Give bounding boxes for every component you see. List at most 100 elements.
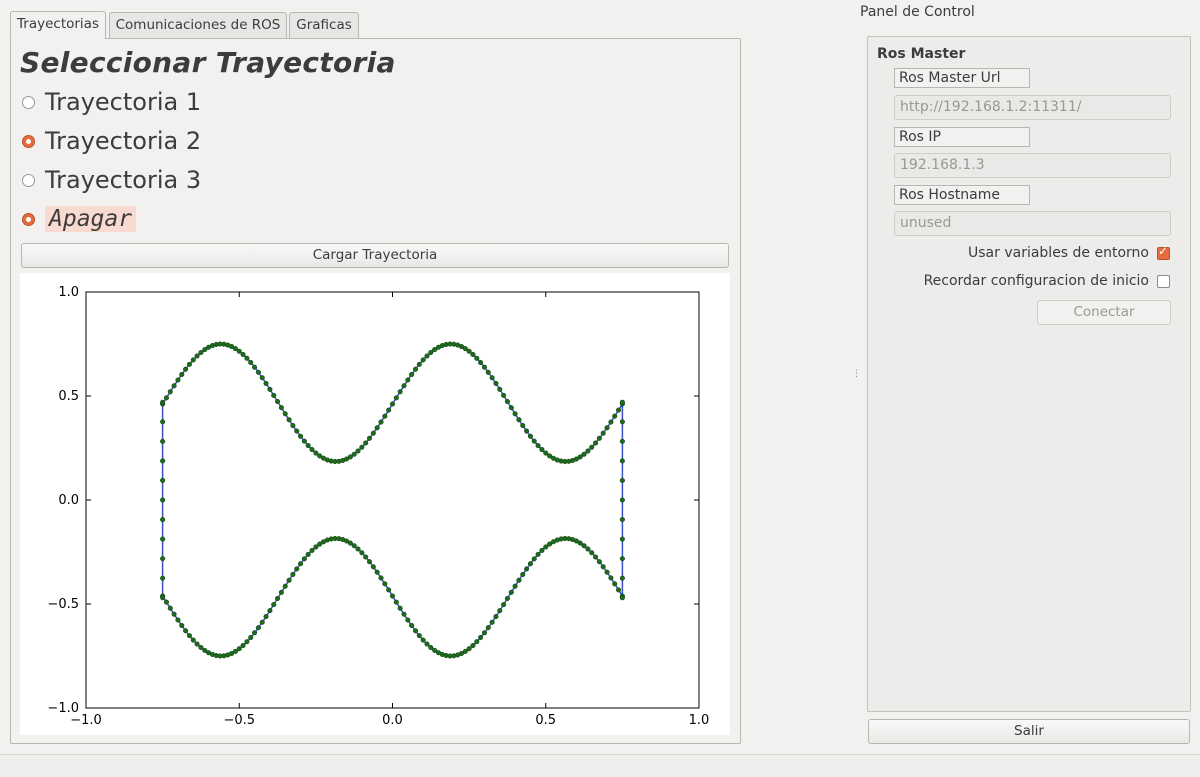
trajectory-point [520, 571, 526, 578]
trajectory-point [198, 349, 204, 356]
trajectory-point [160, 536, 166, 542]
radio-trayectoria-1[interactable]: Trayectoria 1 [22, 85, 201, 119]
tab-graficas[interactable]: Graficas [289, 12, 359, 38]
trajectory-point [508, 405, 514, 411]
trajectory-point [409, 371, 415, 378]
radio-indicator[interactable] [22, 173, 35, 187]
trajectory-point [282, 411, 288, 417]
radio-trayectoria-3[interactable]: Trayectoria 3 [22, 163, 201, 197]
trajectory-point [619, 497, 625, 503]
radio-indicator[interactable] [22, 212, 35, 226]
trajectory-point [278, 589, 284, 595]
y-tick-label: −0.5 [47, 597, 79, 612]
trajectory-point [240, 642, 246, 649]
trajectory-point [389, 593, 396, 599]
trajectory-point [351, 451, 357, 457]
trajectory-point [313, 544, 319, 550]
trajectory-point [255, 625, 261, 631]
trajectory-point [313, 450, 319, 456]
trajectory-point [160, 556, 166, 562]
remember-row[interactable]: Recordar configuracion de inicio [924, 273, 1170, 289]
trajectory-point [244, 639, 250, 645]
trajectory-point [428, 349, 434, 356]
trajectory-point [160, 477, 166, 483]
trajectory-point [271, 392, 277, 398]
trajectory-point [600, 564, 606, 570]
trajectory-point [581, 543, 587, 549]
ros-ip-input[interactable]: 192.168.1.3 [894, 153, 1171, 178]
trajectory-point [424, 353, 430, 359]
trajectory-point [309, 547, 315, 553]
tab-comunicaciones-ros[interactable]: Comunicaciones de ROS [109, 12, 287, 38]
trajectory-point [612, 413, 618, 419]
trajectory-point [466, 646, 472, 652]
trajectory-point [470, 642, 476, 649]
tab-trayectorias[interactable]: Trayectorias [10, 11, 106, 39]
trajectory-point [163, 599, 170, 605]
trajectory-point [294, 428, 300, 434]
trajectory-point [160, 595, 166, 601]
trajectory-point [275, 398, 281, 405]
use-env-label: Usar variables de entorno [968, 245, 1149, 261]
trajectory-point [305, 551, 311, 557]
trajectory-point [175, 617, 181, 623]
radio-trayectoria-2[interactable]: Trayectoria 2 [22, 124, 201, 158]
trajectory-point [416, 633, 422, 639]
trajectory-point [478, 634, 484, 641]
trajectory-point [535, 551, 541, 557]
trajectory-point [619, 536, 625, 542]
trajectory-plot: −1.0 −0.5 0.0 0.5 1.0 1.0 0.5 0.0 −0.5 −1.0 [20, 273, 730, 735]
trajectory-point [278, 405, 284, 411]
trajectory-point [493, 380, 499, 386]
trajectory-point [160, 575, 166, 581]
trajectory-point [305, 443, 311, 449]
trajectory-point [359, 550, 365, 556]
trajectory-point [160, 419, 166, 425]
trajectory-point [489, 619, 495, 625]
trajectory-point [596, 559, 602, 565]
plot-axes-box [85, 291, 700, 709]
use-env-checkbox[interactable] [1157, 244, 1170, 260]
exit-button[interactable]: Salir [868, 719, 1190, 744]
use-env-row[interactable]: Usar variables de entorno [968, 244, 1170, 261]
trajectory-point [543, 450, 549, 456]
radio-indicator[interactable] [22, 95, 35, 109]
trajectory-point [290, 422, 296, 429]
radio-apagar[interactable]: Apagar [22, 202, 137, 236]
x-tick-label: −0.5 [223, 713, 255, 728]
hostname-input[interactable]: unused [894, 211, 1171, 236]
trajectory-point [290, 571, 296, 578]
trajectory-point [405, 377, 411, 383]
connect-button[interactable]: Conectar [1037, 300, 1171, 325]
trajectory-point [160, 438, 166, 444]
trajectory-point [252, 364, 258, 370]
master-url-input[interactable]: http://192.168.1.2:11311/ [894, 95, 1171, 120]
trajectory-point [535, 443, 541, 449]
trajectory-point [363, 554, 369, 560]
trajectory-point [593, 554, 599, 560]
trajectory-point [286, 417, 292, 423]
remember-checkbox[interactable] [1157, 274, 1170, 288]
trajectory-point [539, 447, 545, 453]
radio-indicator[interactable] [22, 134, 35, 148]
trajectory-point [527, 561, 533, 567]
trajectory-point [370, 430, 376, 436]
trajectory-point [600, 430, 606, 436]
trajectory-point [298, 433, 304, 439]
trajectory-point [194, 353, 200, 359]
trajectory-point [267, 608, 273, 614]
trajectory-point [539, 547, 545, 553]
splitter-handle[interactable]: ⋮ [852, 370, 861, 379]
trajectory-point [524, 428, 530, 434]
trajectory-point [581, 451, 587, 457]
trajectory-point [516, 577, 522, 583]
trajectory-point [420, 357, 426, 363]
trajectory-point [309, 447, 315, 453]
trajectory-point [282, 583, 288, 589]
trajectory-point [608, 575, 614, 581]
trajectory-point [612, 581, 618, 587]
trajectory-point [412, 366, 419, 372]
load-trajectory-button[interactable]: Cargar Trayectoria [21, 243, 729, 268]
trajectory-point [412, 628, 419, 634]
trajectory-point [424, 641, 430, 647]
